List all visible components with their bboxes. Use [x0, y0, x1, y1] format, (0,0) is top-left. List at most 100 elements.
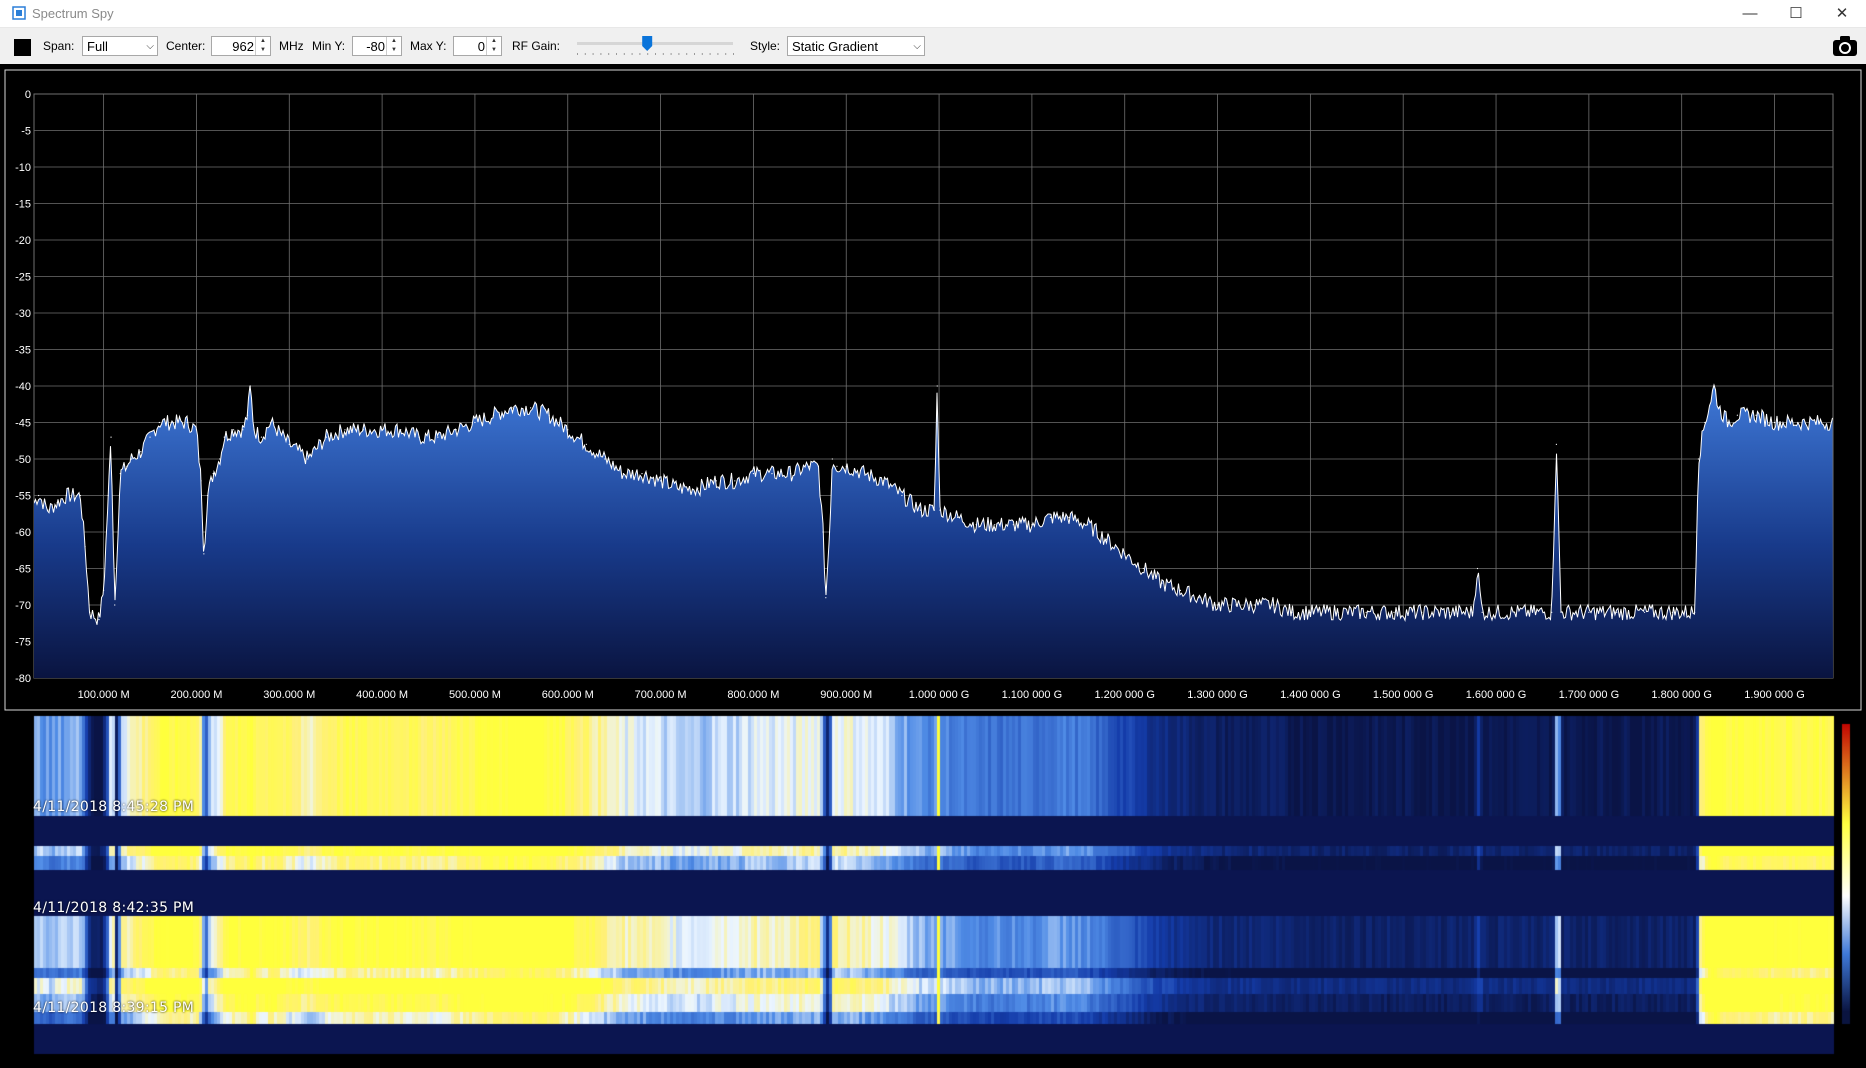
close-button[interactable]: ✕	[1819, 0, 1865, 28]
spectrum-point	[831, 458, 833, 460]
spin-down-icon[interactable]: ▼	[387, 46, 401, 55]
x-tick-label: 300.000 M	[263, 689, 315, 701]
center-value: 962	[232, 39, 254, 54]
y-tick-label: -45	[15, 418, 31, 430]
slider-tick	[662, 53, 664, 55]
span-select[interactable]: Full ⌵	[82, 36, 158, 56]
spin-down-icon[interactable]: ▼	[487, 46, 501, 55]
spectrum-point	[38, 494, 40, 497]
spectrum-point	[253, 429, 255, 431]
spectrum-chart[interactable]: 0 -5 -10 -15 -20 -25 -30 -35 -40 -45 -50 -55 -60 -65 -…	[0, 64, 1866, 712]
spectrum-point	[659, 480, 662, 482]
spectrum-point	[1713, 385, 1715, 387]
spectrum-point	[362, 429, 365, 431]
spectrum-point	[1472, 611, 1474, 613]
spectrum-point	[1198, 597, 1200, 599]
maxy-spin[interactable]: ▲ ▼	[486, 37, 501, 55]
spectrum-point	[789, 473, 792, 475]
spectrum-point	[1235, 604, 1237, 606]
rf-gain-slider[interactable]	[573, 34, 737, 60]
y-tick-label: -10	[15, 162, 31, 174]
waterfall-display[interactable]	[0, 712, 1866, 1068]
spectrum-point	[697, 487, 699, 489]
spectrum-point	[249, 385, 251, 387]
miny-stepper[interactable]: -80 ▲ ▼	[352, 36, 402, 56]
chevron-down-icon: ⌵	[146, 41, 154, 52]
slider-thumb[interactable]	[642, 36, 653, 51]
spectrum-point	[1671, 611, 1674, 613]
y-tick-label: -5	[21, 126, 31, 138]
spectrum-point	[89, 611, 91, 613]
slider-track	[577, 42, 733, 45]
spectrum-point	[270, 421, 272, 424]
spectrum-point	[47, 509, 49, 511]
spin-down-icon[interactable]: ▼	[256, 46, 270, 55]
spectrum-point	[939, 509, 941, 511]
center-spin[interactable]: ▲ ▼	[255, 37, 270, 55]
spin-up-icon[interactable]: ▲	[387, 37, 401, 46]
waterfall-timestamp: 4/11/2018 8:42:35 PM	[33, 900, 195, 916]
slider-tick	[631, 53, 633, 55]
spectrum-point	[1124, 553, 1126, 555]
title-bar[interactable]: Spectrum Spy — ☐ ✕	[0, 0, 1866, 28]
slider-tick	[592, 53, 594, 55]
miny-value: -80	[366, 39, 385, 54]
style-select[interactable]: Static Gradient ⌵	[787, 36, 925, 56]
toolbar: Span: Full ⌵ Center: 962 ▲ ▼ MHz Min Y: -…	[0, 28, 1866, 64]
spectrum-point	[678, 487, 680, 489]
x-tick-label: 200.000 M	[170, 689, 222, 701]
maxy-stepper[interactable]: 0 ▲ ▼	[453, 36, 502, 56]
x-tick-label: 800.000 M	[727, 689, 779, 701]
slider-tick	[639, 53, 641, 55]
spectrum-point	[752, 473, 755, 475]
spectrum-point	[1773, 421, 1776, 424]
span-label: Span:	[43, 39, 75, 53]
slider-tick	[717, 53, 719, 55]
spectrum-view: 0 -5 -10 -15 -20 -25 -30 -35 -40 -45 -50 -55 -60 -65 -…	[0, 64, 1866, 1068]
spectrum-point	[1551, 611, 1553, 613]
spectrum-point	[242, 429, 244, 431]
spectrum-point	[734, 480, 736, 482]
miny-spin[interactable]: ▲ ▼	[386, 37, 401, 55]
camera-icon[interactable]	[1832, 35, 1858, 57]
spectrum-point	[771, 473, 773, 475]
spectrum-point	[1727, 421, 1729, 424]
x-tick-label: 100.000 M	[78, 689, 130, 701]
miny-label: Min Y:	[312, 39, 346, 53]
spin-up-icon[interactable]: ▲	[487, 37, 501, 46]
spin-up-icon[interactable]: ▲	[256, 37, 270, 46]
slider-tick	[584, 53, 586, 55]
spectrum-point	[1736, 414, 1738, 416]
center-label: Center:	[166, 39, 206, 53]
y-tick-label: -65	[15, 564, 31, 576]
x-tick-label: 900.000 M	[820, 689, 872, 701]
slider-tick	[647, 53, 649, 55]
spectrum-point	[1365, 611, 1367, 613]
slider-tick	[733, 53, 734, 55]
x-tick-label: 1.400 000 G	[1280, 689, 1341, 701]
style-value: Static Gradient	[792, 39, 878, 54]
spectrum-point	[567, 429, 569, 431]
center-stepper[interactable]: 962 ▲ ▼	[211, 36, 271, 56]
spectrum-point	[212, 473, 214, 475]
y-tick-label: -75	[15, 637, 31, 649]
spectrum-point	[158, 421, 160, 424]
spectrum-point	[1393, 611, 1395, 613]
slider-tick	[608, 53, 610, 55]
window-title: Spectrum Spy	[32, 6, 114, 21]
spectrum-point	[418, 436, 420, 438]
color-swatch-button[interactable]	[14, 39, 31, 56]
maximize-button[interactable]: ☐	[1773, 0, 1819, 28]
y-tick-label: -55	[15, 491, 31, 503]
spectrum-point	[149, 436, 151, 438]
spectrum-point	[1272, 604, 1274, 606]
spectrum-point	[1718, 407, 1720, 409]
x-tick-label: 1.900 000 G	[1744, 689, 1805, 701]
spectrum-point	[1049, 516, 1052, 518]
spectrum-point	[1588, 611, 1590, 613]
spectrum-point	[604, 458, 606, 460]
spectrum-point	[98, 619, 100, 621]
spectrum-point	[622, 473, 625, 475]
minimize-button[interactable]: —	[1727, 0, 1773, 28]
spectrum-point	[56, 502, 58, 504]
